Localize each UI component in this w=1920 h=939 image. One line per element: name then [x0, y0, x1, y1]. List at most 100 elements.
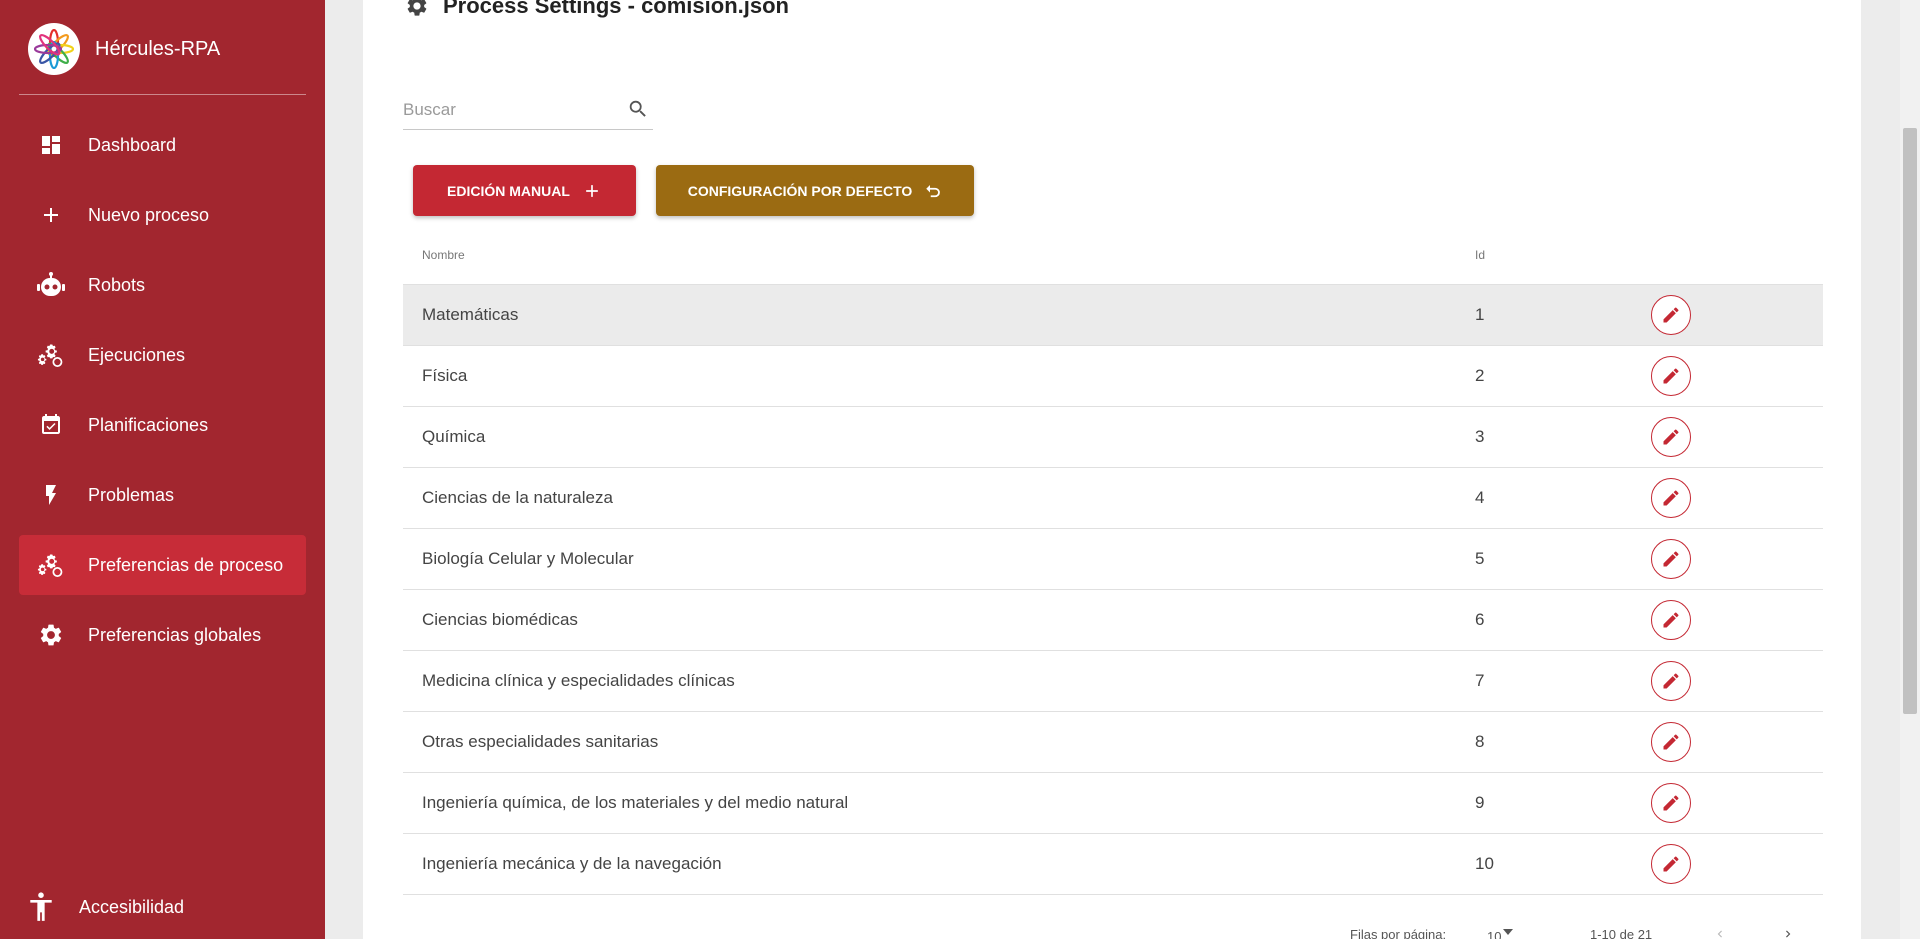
- row-id: 4: [1475, 488, 1485, 507]
- pencil-icon: [1661, 427, 1681, 447]
- edit-button[interactable]: [1651, 600, 1691, 640]
- sidebar-item-nuevo-proceso[interactable]: Nuevo proceso: [19, 185, 306, 245]
- brand-name: Hércules-RPA: [95, 37, 221, 60]
- pencil-icon: [1661, 549, 1681, 569]
- pagination-range: 1-10 de 21: [1590, 927, 1653, 939]
- undo-icon: [924, 182, 942, 200]
- sidebar-item-label: Ejecuciones: [88, 344, 186, 365]
- manual-edit-label: EDICIÓN MANUAL: [447, 182, 570, 199]
- search-input[interactable]: [403, 92, 613, 128]
- pencil-icon: [1661, 610, 1681, 630]
- pencil-icon: [1661, 366, 1681, 386]
- row-id: 9: [1475, 793, 1485, 812]
- sidebar-item-label: Robots: [88, 274, 146, 295]
- rows-per-page-label: Filas por página:: [1350, 927, 1447, 939]
- edit-button[interactable]: [1651, 661, 1691, 701]
- accessibility-link[interactable]: Accesibilidad: [28, 892, 184, 922]
- edit-button[interactable]: [1651, 417, 1691, 457]
- row-id: 8: [1475, 732, 1485, 751]
- pencil-icon: [1661, 793, 1681, 813]
- manual-edit-button[interactable]: EDICIÓN MANUAL: [413, 165, 636, 216]
- dashboard-icon: [36, 130, 66, 160]
- default-config-label: CONFIGURACIÓN POR DEFECTO: [687, 182, 913, 199]
- pencil-icon: [1661, 732, 1681, 752]
- table-row[interactable]: Ingeniería química, de los materiales y …: [403, 773, 1823, 834]
- row-name: Medicina clínica y especialidades clínic…: [422, 671, 735, 690]
- main-card: Process Settings - comision.json EDICIÓN…: [363, 0, 1861, 939]
- pencil-icon: [1661, 854, 1681, 874]
- sidebar-item-label: Problemas: [88, 484, 175, 505]
- column-header-id[interactable]: Id: [1475, 248, 1485, 262]
- row-name: Otras especialidades sanitarias: [422, 732, 659, 751]
- table-row[interactable]: Matemáticas 1: [403, 285, 1823, 346]
- row-name: Ingeniería química, de los materiales y …: [422, 793, 849, 812]
- page-title: Process Settings - comision.json: [443, 0, 789, 18]
- sidebar-item-label: Preferencias globales: [88, 624, 262, 645]
- sidebar-item-ejecuciones[interactable]: Ejecuciones: [19, 325, 306, 385]
- settings-table: Nombre Id Matemáticas 1 Física 2 Química 3 Cie…: [403, 233, 1823, 895]
- sidebar-item-robots[interactable]: Robots: [19, 255, 306, 315]
- lightning-icon: [36, 480, 66, 510]
- row-id: 6: [1475, 610, 1485, 629]
- next-page-icon[interactable]: [1781, 927, 1795, 939]
- sidebar: Hércules-RPA Dashboard Nuevo proceso Rob…: [0, 0, 325, 939]
- pencil-icon: [1661, 671, 1681, 691]
- sidebar-divider: [19, 94, 306, 95]
- caret-down-icon: [1503, 929, 1513, 935]
- table-row[interactable]: Biología Celular y Molecular 5: [403, 529, 1823, 590]
- row-name: Química: [422, 427, 486, 446]
- table-row[interactable]: Medicina clínica y especialidades clínic…: [403, 651, 1823, 712]
- table-header: Nombre Id: [403, 233, 1823, 285]
- sidebar-item-planificaciones[interactable]: Planificaciones: [19, 395, 306, 455]
- edit-button[interactable]: [1651, 356, 1691, 396]
- page-header: Process Settings - comision.json: [405, 0, 789, 19]
- table-row[interactable]: Ciencias biomédicas 6: [403, 590, 1823, 651]
- row-name: Biología Celular y Molecular: [422, 549, 634, 568]
- accessibility-icon: [28, 892, 54, 922]
- gear-icon: [36, 620, 66, 650]
- edit-button[interactable]: [1651, 478, 1691, 518]
- table-body: Matemáticas 1 Física 2 Química 3 Ciencias de l…: [403, 285, 1823, 895]
- edit-button[interactable]: [1651, 783, 1691, 823]
- prev-page-icon[interactable]: [1713, 927, 1727, 939]
- scrollbar-thumb[interactable]: [1903, 128, 1917, 714]
- row-id: 10: [1475, 854, 1494, 873]
- column-header-name[interactable]: Nombre: [422, 248, 465, 262]
- pencil-icon: [1661, 305, 1681, 325]
- sidebar-item-preferencias-de-proceso[interactable]: Preferencias de proceso: [19, 535, 306, 595]
- edit-button[interactable]: [1651, 295, 1691, 335]
- sidebar-item-label: Nuevo proceso: [88, 204, 210, 225]
- table-row[interactable]: Ciencias de la naturaleza 4: [403, 468, 1823, 529]
- row-name: Ciencias de la naturaleza: [422, 488, 613, 507]
- row-name: Física: [422, 366, 468, 385]
- logo: [28, 23, 80, 75]
- default-config-button[interactable]: CONFIGURACIÓN POR DEFECTO: [656, 165, 974, 216]
- sidebar-item-dashboard[interactable]: Dashboard: [19, 115, 306, 175]
- cogs-icon: [36, 340, 66, 370]
- pencil-icon: [1661, 488, 1681, 508]
- plus-icon: [582, 181, 602, 201]
- edit-button[interactable]: [1651, 722, 1691, 762]
- table-row[interactable]: Química 3: [403, 407, 1823, 468]
- edit-button[interactable]: [1651, 844, 1691, 884]
- row-id: 2: [1475, 366, 1485, 385]
- calendar-check-icon: [36, 410, 66, 440]
- edit-button[interactable]: [1651, 539, 1691, 579]
- rows-per-page-value: 10: [1487, 929, 1502, 939]
- table-row[interactable]: Física 2: [403, 346, 1823, 407]
- row-name: Ingeniería mecánica y de la navegación: [422, 854, 722, 873]
- table-row[interactable]: Ingeniería mecánica y de la navegación 10: [403, 834, 1823, 895]
- search-icon[interactable]: [627, 98, 649, 125]
- gear-icon: [405, 0, 429, 18]
- cogs-icon: [36, 550, 66, 580]
- row-id: 7: [1475, 671, 1485, 690]
- logo-flower-icon: [34, 29, 74, 69]
- brand[interactable]: Hércules-RPA: [28, 23, 220, 75]
- row-id: 1: [1475, 305, 1485, 324]
- sidebar-item-preferencias-globales[interactable]: Preferencias globales: [19, 605, 306, 665]
- row-id: 5: [1475, 549, 1485, 568]
- sidebar-item-label: Preferencias de proceso: [88, 554, 284, 575]
- row-id: 3: [1475, 427, 1485, 446]
- sidebar-item-problemas[interactable]: Problemas: [19, 465, 306, 525]
- table-row[interactable]: Otras especialidades sanitarias 8: [403, 712, 1823, 773]
